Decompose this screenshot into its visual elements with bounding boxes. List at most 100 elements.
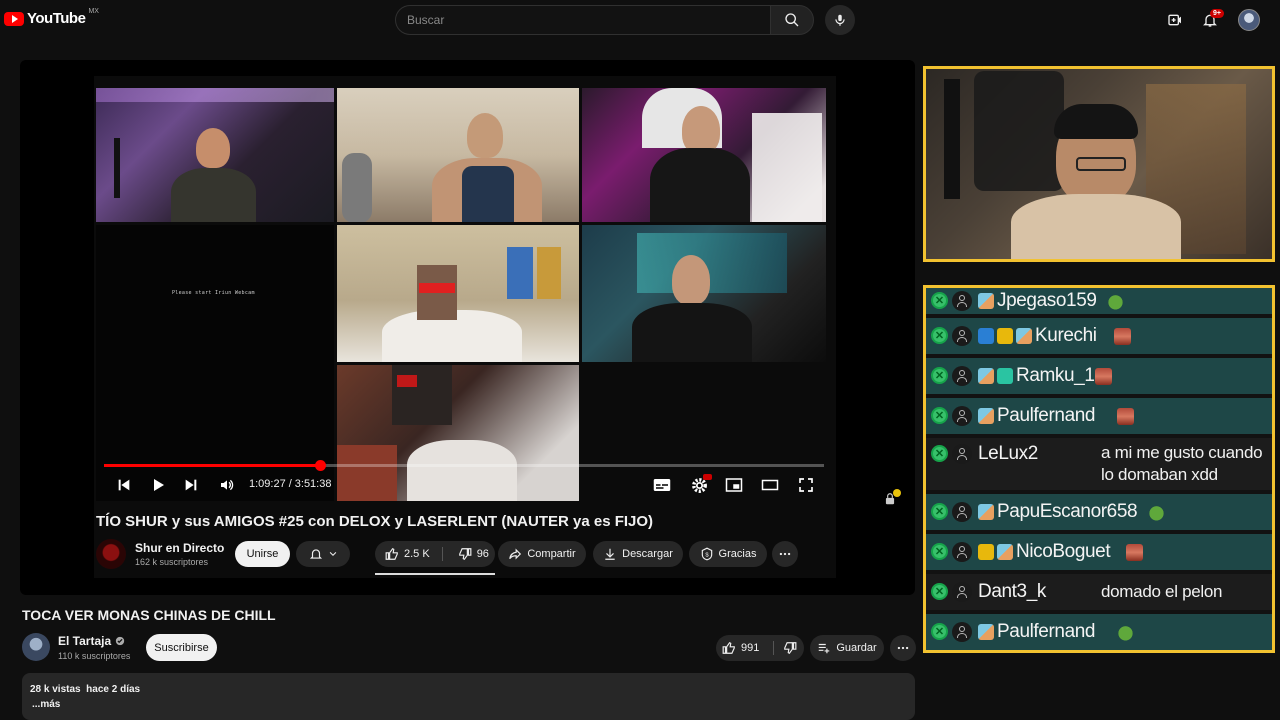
moderator-badge-icon: ✕ xyxy=(931,623,948,640)
time-separator: / xyxy=(288,478,292,490)
video-tile-3 xyxy=(582,88,826,222)
description-more-link[interactable]: ...más xyxy=(32,699,60,710)
account-avatar[interactable] xyxy=(1238,9,1260,31)
video-more-button[interactable] xyxy=(890,635,916,661)
chat-avatar[interactable] xyxy=(952,622,972,642)
chat-message: ✕ Paulfernand xyxy=(926,398,1272,434)
logo-text: YouTube xyxy=(27,10,86,27)
dislike-count: 96 xyxy=(476,548,489,560)
top-bar: YouTube MX 9+ xyxy=(0,0,1280,40)
progress-bar[interactable] xyxy=(104,464,824,467)
chat-avatar[interactable] xyxy=(952,444,972,464)
progress-scrubber[interactable] xyxy=(315,460,326,471)
cat-badge-icon xyxy=(978,504,994,520)
moderator-badge-icon: ✕ xyxy=(931,367,948,384)
volume-button[interactable] xyxy=(217,476,237,494)
cat-badge-icon xyxy=(978,293,994,309)
search-box[interactable] xyxy=(395,5,770,35)
video-tile-2 xyxy=(337,88,579,222)
search-button[interactable] xyxy=(770,5,814,35)
youtube-logo[interactable]: YouTube MX xyxy=(4,8,99,27)
progress-bar-fill xyxy=(104,464,320,467)
logo-country: MX xyxy=(88,8,99,15)
moderator-badge-icon: ✕ xyxy=(931,407,948,424)
chat-username[interactable]: Paulfernand xyxy=(997,405,1095,427)
moderator-badge-icon: ✕ xyxy=(931,327,948,344)
video-tile-5 xyxy=(337,225,579,362)
svg-text:$: $ xyxy=(705,552,709,558)
channel-name-group[interactable]: El Tartaja xyxy=(58,634,125,648)
chat-avatar[interactable] xyxy=(952,502,972,522)
cat-badge-icon xyxy=(978,624,994,640)
thanks-button[interactable]: $ Gracias xyxy=(689,541,767,567)
chat-avatar[interactable] xyxy=(952,291,972,311)
chat-username[interactable]: PapuEscanor658 xyxy=(997,501,1138,523)
chat-username[interactable]: Ramku_1 xyxy=(1016,365,1095,387)
theater-mode-button[interactable] xyxy=(760,476,780,494)
download-label: Descargar xyxy=(622,548,673,560)
video-tile-offline: Please start Iriun Webcam xyxy=(96,225,334,501)
video-tile-7 xyxy=(337,365,579,501)
search-icon xyxy=(785,13,799,27)
cat-badge-icon xyxy=(1016,328,1032,344)
video-like-count: 991 xyxy=(741,642,760,654)
time-display: 1:09:27/3:51:38 xyxy=(249,478,331,490)
chat-username[interactable]: Paulfernand xyxy=(997,621,1095,643)
download-button[interactable]: Descargar xyxy=(593,541,683,567)
inner-channel-avatar[interactable] xyxy=(96,539,126,569)
description-box[interactable] xyxy=(22,673,915,720)
moderator-badge-icon: ✕ xyxy=(931,583,948,600)
streamer-webcam xyxy=(923,66,1275,262)
voice-search-button[interactable] xyxy=(825,5,855,35)
pepe-emote-icon xyxy=(1147,504,1165,521)
channel-avatar[interactable] xyxy=(22,633,50,661)
next-button[interactable] xyxy=(182,476,200,494)
chat-avatar[interactable] xyxy=(952,582,972,602)
face-emote-icon xyxy=(1114,328,1132,345)
chat-avatar[interactable] xyxy=(952,326,972,346)
inner-more-button[interactable] xyxy=(772,541,798,567)
thumbs-down-icon xyxy=(458,548,472,560)
thumbs-down-icon xyxy=(784,642,797,654)
current-time: 1:09:27 xyxy=(249,478,286,490)
chat-avatar[interactable] xyxy=(952,366,972,386)
notification-settings-button[interactable] xyxy=(296,541,350,567)
tv-badge-icon xyxy=(997,368,1013,384)
inner-channel-name[interactable]: Shur en Directo xyxy=(135,541,224,555)
chat-username[interactable]: Dant3_k xyxy=(978,581,1046,603)
chat-avatar[interactable] xyxy=(952,406,972,426)
create-button[interactable] xyxy=(1164,9,1186,31)
chat-username[interactable]: Kurechi xyxy=(1035,325,1097,347)
video-like-dislike-group[interactable]: 991 xyxy=(716,635,804,661)
bell-icon xyxy=(309,549,322,559)
play-button[interactable] xyxy=(149,476,167,494)
channel-name[interactable]: El Tartaja xyxy=(58,634,111,648)
verified-check-icon xyxy=(115,636,125,646)
play-icon xyxy=(154,479,164,491)
chat-username[interactable]: LeLux2 xyxy=(978,443,1038,465)
moderator-badge-icon: ✕ xyxy=(931,292,948,309)
chat-message: ✕ Dant3_k domado el pelon xyxy=(926,574,1272,610)
chat-username[interactable]: NicoBoguet xyxy=(1016,541,1111,563)
thanks-label: Gracias xyxy=(718,548,757,560)
chat-avatar[interactable] xyxy=(952,542,972,562)
search-input[interactable] xyxy=(396,6,770,34)
miniplayer-button[interactable] xyxy=(724,476,744,494)
playlist-add-icon xyxy=(819,643,830,654)
previous-button[interactable] xyxy=(115,476,133,494)
subtitles-button[interactable] xyxy=(652,476,672,494)
share-button[interactable]: Compartir xyxy=(498,541,586,567)
mic-icon xyxy=(835,14,845,26)
fullscreen-button[interactable] xyxy=(796,476,816,494)
subscribe-button[interactable]: Suscribirse xyxy=(146,634,217,661)
chat-username[interactable]: Jpegaso159 xyxy=(997,290,1097,312)
share-icon xyxy=(509,548,522,560)
chat-message: ✕ Ramku_1 xyxy=(926,358,1272,394)
like-dislike-group[interactable]: 2.5 K 96 xyxy=(375,541,495,567)
save-button[interactable]: Guardar xyxy=(810,635,884,661)
chevron-down-icon xyxy=(329,551,336,556)
join-button[interactable]: Unirse xyxy=(235,541,290,567)
video-plus-icon xyxy=(1168,14,1181,26)
like-divider xyxy=(442,547,443,561)
pepe-emote-icon xyxy=(1107,293,1124,310)
